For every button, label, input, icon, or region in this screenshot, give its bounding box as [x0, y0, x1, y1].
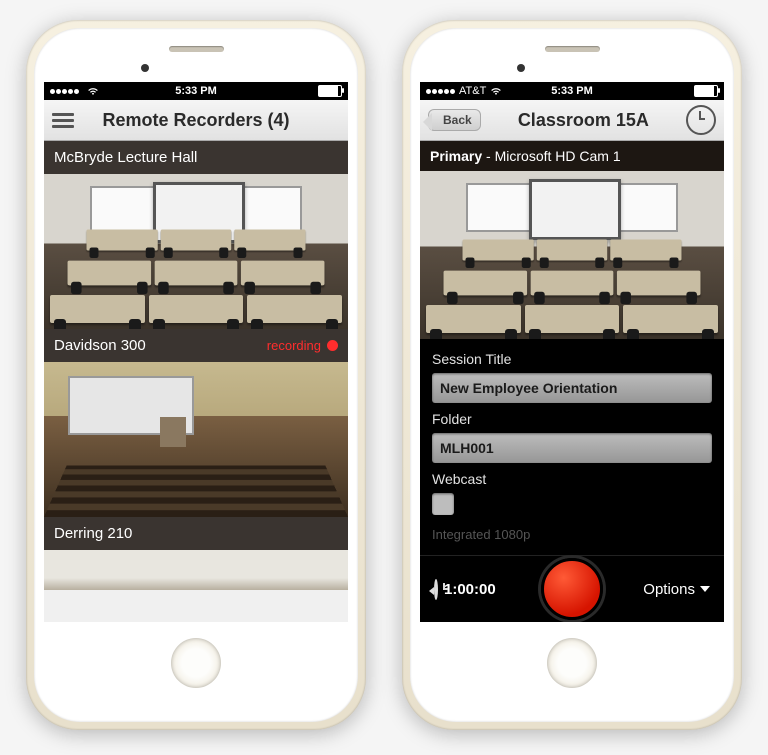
chevron-down-icon: [700, 586, 710, 592]
session-title-input[interactable]: [432, 373, 712, 403]
clock-label: 5:33 PM: [523, 85, 620, 97]
back-button[interactable]: Back: [428, 109, 481, 131]
back-label: Back: [443, 113, 472, 127]
signal-icon: [426, 89, 455, 94]
preview-image: [420, 171, 724, 339]
recorder-card[interactable]: Davidson 300 recording: [44, 329, 348, 517]
speaker: [169, 46, 224, 52]
recorder-name: Derring 210: [54, 525, 132, 542]
front-camera: [517, 64, 525, 72]
speaker: [545, 46, 600, 52]
bottom-toolbar: 1:00:00 Options: [420, 555, 724, 622]
recorder-card[interactable]: McBryde Lecture Hall: [44, 141, 348, 329]
recording-dot-icon: [327, 340, 338, 351]
screen-left: 5:33 PM Remote Recorders (4) McBryde Lec…: [44, 82, 348, 622]
recorder-list[interactable]: McBryde Lecture Hall Davidson 300: [44, 141, 348, 622]
home-button[interactable]: [547, 638, 597, 688]
options-label: Options: [643, 581, 695, 598]
nav-bar: Back Classroom 15A: [420, 100, 724, 141]
recorder-preview: [44, 362, 348, 517]
menu-button[interactable]: [52, 113, 74, 128]
secondary-source-label: Integrated 1080p: [432, 527, 712, 542]
recorder-name: Davidson 300: [54, 337, 146, 354]
phone-right: AT&T 5:33 PM Back Classroom 15A: [402, 20, 742, 730]
webcast-checkbox[interactable]: [432, 493, 454, 515]
preview-badge: Primary: [430, 148, 482, 164]
folder-label: Folder: [432, 411, 712, 427]
home-button[interactable]: [171, 638, 221, 688]
session-form: Session Title Folder Webcast Integrated …: [420, 339, 724, 555]
folder-input[interactable]: [432, 433, 712, 463]
wifi-icon: [87, 86, 99, 96]
recording-badge: recording: [267, 338, 338, 353]
preview-header: Primary - Microsoft HD Cam 1: [420, 141, 724, 171]
signal-icon: [50, 89, 79, 94]
recorder-card[interactable]: Derring 210: [44, 517, 348, 590]
clock-label: 5:33 PM: [147, 85, 244, 97]
schedule-button[interactable]: [686, 105, 716, 135]
record-button[interactable]: [541, 558, 603, 620]
webcast-label: Webcast: [432, 471, 712, 487]
recorder-preview: [44, 550, 348, 590]
screen-right: AT&T 5:33 PM Back Classroom 15A: [420, 82, 724, 622]
duration-value: 1:00:00: [444, 581, 496, 598]
phone-left: 5:33 PM Remote Recorders (4) McBryde Lec…: [26, 20, 366, 730]
recorder-preview: [44, 174, 348, 329]
page-title: Classroom 15A: [489, 110, 678, 131]
duration-chip[interactable]: 1:00:00: [434, 581, 496, 598]
recorder-detail: Primary - Microsoft HD Cam 1 Session Tit…: [420, 141, 724, 622]
carrier-label: AT&T: [459, 85, 486, 97]
wifi-icon: [490, 86, 502, 96]
options-button[interactable]: Options: [643, 581, 710, 598]
preview-source: Microsoft HD Cam 1: [495, 148, 621, 164]
session-title-label: Session Title: [432, 351, 712, 367]
history-icon: [434, 579, 438, 600]
battery-icon: [318, 85, 342, 97]
recorder-name: McBryde Lecture Hall: [54, 149, 197, 166]
nav-bar: Remote Recorders (4): [44, 100, 348, 141]
recording-label: recording: [267, 338, 321, 353]
status-bar: AT&T 5:33 PM: [420, 82, 724, 100]
front-camera: [141, 64, 149, 72]
status-bar: 5:33 PM: [44, 82, 348, 100]
battery-icon: [694, 85, 718, 97]
page-title: Remote Recorders (4): [82, 110, 310, 131]
